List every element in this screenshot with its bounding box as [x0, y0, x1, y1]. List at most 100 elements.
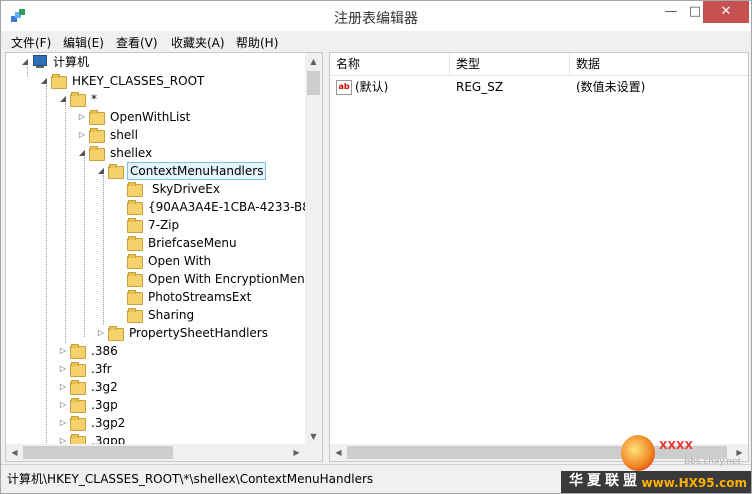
value-name: (默认) — [355, 80, 389, 94]
folder-icon — [70, 92, 86, 107]
column-header-type[interactable]: 类型 — [450, 53, 570, 75]
ab-string-icon: ab — [336, 80, 352, 95]
scroll-right-arrow-icon[interactable]: ▶ — [288, 444, 305, 461]
tree-item-label: OpenWithList — [110, 110, 191, 124]
menu-edit[interactable]: 编辑(E) — [63, 34, 104, 51]
collapse-arrow-icon[interactable]: ◢ — [77, 144, 87, 162]
tree-item-contextmenuhandlers[interactable]: ◢ ContextMenuHandlers — [96, 162, 267, 180]
scroll-left-arrow-icon[interactable]: ◀ — [330, 444, 347, 461]
list-cell-type: REG_SZ — [456, 80, 504, 94]
column-header-name[interactable]: 名称 — [330, 53, 450, 75]
tree-item-label: Open With EncryptionMenu — [148, 272, 313, 286]
tree-item-handler[interactable]: BriefcaseMenu — [125, 234, 239, 252]
expand-arrow-icon[interactable]: ▷ — [58, 396, 68, 414]
tree-item-extension[interactable]: ▷ .386 — [58, 342, 120, 360]
folder-icon — [89, 110, 105, 125]
scrollbar-thumb[interactable] — [23, 446, 173, 459]
window-title: 注册表编辑器 — [334, 11, 418, 27]
tree-horizontal-scrollbar[interactable]: ◀ ▶ — [6, 444, 322, 461]
list-header: 名称 类型 数据 — [330, 53, 748, 76]
tree-item-label: .3gp2 — [91, 416, 126, 430]
tree-item-label: 7-Zip — [148, 218, 180, 232]
column-header-data[interactable]: 数据 — [570, 53, 748, 75]
collapse-arrow-icon[interactable]: ◢ — [58, 90, 68, 108]
tree-item-computer[interactable]: ◢ 计算机 — [20, 53, 91, 71]
tree-item-extension[interactable]: ▷ .3gp — [58, 396, 120, 414]
tree-item-handler[interactable]: {90AA3A4E-1CBA-4233-B8BB — [125, 198, 323, 216]
tree-item-label: Open With — [148, 254, 212, 268]
tree-item-handler[interactable]: Open With — [125, 252, 213, 270]
tree-item-label: {90AA3A4E-1CBA-4233-B8BB — [148, 200, 323, 214]
scroll-up-arrow-icon[interactable]: ▲ — [305, 53, 322, 70]
tree-item-star[interactable]: ◢ * — [58, 90, 99, 108]
folder-icon — [70, 398, 86, 413]
folder-icon — [127, 218, 143, 233]
expand-arrow-icon[interactable]: ▷ — [58, 342, 68, 360]
folder-icon — [127, 272, 143, 287]
tree-item-propertysheethandlers[interactable]: ▷ PropertySheetHandlers — [96, 324, 270, 342]
collapse-arrow-icon[interactable]: ◢ — [96, 162, 106, 180]
folder-icon — [89, 146, 105, 161]
expand-arrow-icon[interactable]: ▷ — [77, 108, 87, 126]
watermark-small-url: bbs.cnxy.net — [684, 457, 741, 467]
tree-item-handler[interactable]: Open With EncryptionMenu — [125, 270, 314, 288]
folder-icon — [127, 182, 143, 197]
list-cell-name: ab (默认) — [336, 77, 388, 97]
tree-item-label: Sharing — [148, 308, 195, 322]
expand-arrow-icon[interactable]: ▷ — [77, 126, 87, 144]
values-list-pane[interactable]: 名称 类型 数据 ab (默认) REG_SZ (数值未设置) ◀ ▶ — [329, 52, 749, 462]
tree-item-label: SkyDriveEx — [152, 182, 220, 196]
watermark-brand: 华夏联盟 — [569, 473, 641, 489]
tree-item-label: .386 — [91, 344, 118, 358]
tree-connector — [65, 103, 66, 343]
main-area: ◢ 计算机 ◢ HKEY_CLASSES_ROOT ◢ * ▷ OpenWithList… — [5, 52, 749, 462]
expand-arrow-icon[interactable]: ▷ — [96, 324, 106, 342]
folder-icon — [51, 74, 67, 89]
folder-icon — [108, 326, 124, 341]
title-bar: 注册表编辑器 — □ ✕ — [1, 1, 751, 31]
tree-vertical-scrollbar[interactable]: ▲ ▼ — [305, 53, 322, 445]
expand-arrow-icon[interactable]: ▷ — [58, 360, 68, 378]
scroll-left-arrow-icon[interactable]: ◀ — [6, 444, 23, 461]
scrollbar-thumb[interactable] — [307, 71, 320, 95]
tree-item-label: .3g2 — [91, 380, 118, 394]
tree-item-handler[interactable]: Sharing — [125, 306, 196, 324]
tree-item-handler[interactable]: SkyDriveEx — [125, 180, 222, 198]
folder-icon — [127, 290, 143, 305]
folder-icon — [70, 416, 86, 431]
scroll-down-arrow-icon[interactable]: ▼ — [305, 428, 322, 445]
expand-arrow-icon[interactable]: ▷ — [58, 414, 68, 432]
menu-view[interactable]: 查看(V) — [116, 34, 158, 51]
registry-editor-window: 注册表编辑器 — □ ✕ 文件(F) 编辑(E) 查看(V) 收藏夹(A) 帮助… — [0, 0, 752, 494]
tree-item-shell[interactable]: ▷ shell — [77, 126, 140, 144]
folder-icon — [70, 344, 86, 359]
tree-item-label: shell — [110, 128, 138, 142]
close-button[interactable]: ✕ — [703, 1, 749, 23]
tree-item-openwithlist[interactable]: ▷ OpenWithList — [77, 108, 192, 126]
watermark-url: www.HX95.com — [641, 476, 747, 490]
tree-item-handler[interactable]: PhotoStreamsExt — [125, 288, 253, 306]
collapse-arrow-icon[interactable]: ◢ — [20, 53, 30, 71]
menu-help[interactable]: 帮助(H) — [236, 34, 278, 51]
expand-arrow-icon[interactable]: ▷ — [58, 378, 68, 396]
computer-icon — [32, 55, 48, 69]
tree-item-extension[interactable]: ▷ .3g2 — [58, 378, 120, 396]
list-cell-data: (数值未设置) — [576, 80, 646, 94]
tree-item-label-selected: ContextMenuHandlers — [127, 162, 267, 180]
tree-item-handler[interactable]: 7-Zip — [125, 216, 181, 234]
menu-favorites[interactable]: 收藏夹(A) — [171, 34, 225, 51]
tree-item-label: BriefcaseMenu — [148, 236, 237, 250]
watermark-logo — [621, 435, 655, 471]
tree-item-label: .3gp — [91, 398, 118, 412]
tree-item-label: * — [91, 92, 97, 106]
tree-item-extension[interactable]: ▷ .3fr — [58, 360, 114, 378]
tree-item-extension[interactable]: ▷ .3gp2 — [58, 414, 127, 432]
status-path: 计算机\HKEY_CLASSES_ROOT\*\shellex\ContextM… — [7, 472, 374, 486]
tree-item-shellex[interactable]: ◢ shellex — [77, 144, 154, 162]
menu-bar: 文件(F) 编辑(E) 查看(V) 收藏夹(A) 帮助(H) — [1, 31, 751, 51]
list-item[interactable]: ab (默认) REG_SZ (数值未设置) — [330, 77, 748, 97]
menu-file[interactable]: 文件(F) — [11, 34, 51, 51]
tree-item-hkcr[interactable]: ◢ HKEY_CLASSES_ROOT — [39, 72, 206, 90]
registry-tree-pane[interactable]: ◢ 计算机 ◢ HKEY_CLASSES_ROOT ◢ * ▷ OpenWithList… — [5, 52, 323, 462]
collapse-arrow-icon[interactable]: ◢ — [39, 72, 49, 90]
